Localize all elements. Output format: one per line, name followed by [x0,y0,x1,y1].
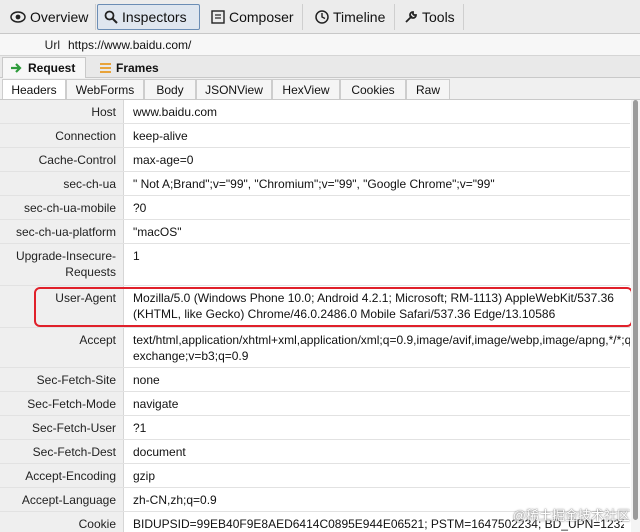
request-frames-tabbar: Request Frames [0,56,640,78]
request-tab[interactable]: Request [2,57,86,78]
composer-icon [211,10,225,24]
tab-cookies[interactable]: Cookies [340,79,406,99]
header-name: Host [0,100,124,123]
header-value: document [133,445,186,459]
header-value: none [133,373,160,387]
tab-hexview[interactable]: HexView [272,79,340,99]
header-row[interactable]: Accept-Encoding gzip [0,464,630,488]
header-row[interactable]: sec-ch-ua " Not A;Brand";v="99", "Chromi… [0,172,630,196]
header-row[interactable]: Sec-Fetch-Mode navigate [0,392,630,416]
request-tab-label: Request [28,61,76,75]
tab-jsonview[interactable]: JSONView [196,79,272,99]
vertical-scrollbar[interactable] [631,100,640,532]
header-value: gzip [133,469,156,483]
header-name: Sec-Fetch-Mode [0,392,124,415]
tab-raw[interactable]: Raw [406,79,450,99]
header-name: sec-ch-ua-mobile [0,196,124,219]
tools-label: Tools [422,9,455,25]
tab-cookies-label: Cookies [351,82,395,97]
clock-icon [315,10,329,24]
tab-body-label: Body [156,82,184,97]
header-row[interactable]: Upgrade-Insecure-Requests 1 [0,244,630,286]
overview-tab[interactable]: Overview [4,4,96,30]
url-label: Url [44,37,60,52]
header-value: "macOS" [133,225,182,239]
header-name: Connection [0,124,124,147]
header-value: www.baidu.com [133,105,218,119]
header-name: sec-ch-ua [0,172,124,195]
composer-label: Composer [229,9,294,25]
inspectors-tab[interactable]: Inspectors [97,4,200,30]
header-value: " Not A;Brand";v="99", "Chromium";v="99"… [133,177,495,191]
header-row[interactable]: Connection keep-alive [0,124,630,148]
header-value: ?0 [133,201,147,215]
watermark: @稀土掘金技术社区 [512,508,630,523]
header-value: ?1 [133,421,147,435]
frames-tab[interactable]: Frames [92,57,172,78]
tools-tab[interactable]: Tools [398,4,464,30]
header-value: text/html,application/xhtml+xml,applicat… [133,333,630,363]
header-value: navigate [133,397,179,411]
composer-tab[interactable]: Composer [205,4,303,30]
tab-jsonview-label: JSONView [205,82,263,97]
header-name: Upgrade-Insecure-Requests [0,244,124,285]
tab-headers-label: Headers [11,82,57,97]
header-name: Sec-Fetch-Site [0,368,124,391]
eye-icon [10,11,26,23]
timeline-tab[interactable]: Timeline [309,4,395,30]
frames-icon [100,62,111,73]
header-row[interactable]: Sec-Fetch-User ?1 [0,416,630,440]
main-toolbar: Overview Inspectors Composer Timeline To… [0,0,640,34]
inspector-subtabs: Headers WebForms Body JSONView HexView C… [0,78,640,100]
overview-label: Overview [30,9,89,25]
header-row[interactable]: sec-ch-ua-platform "macOS" [0,220,630,244]
tab-raw-label: Raw [415,82,440,97]
header-row[interactable]: Accept text/html,application/xhtml+xml,a… [0,328,630,368]
header-name: Sec-Fetch-Dest [0,440,124,463]
frames-tab-label: Frames [116,60,159,75]
header-name: Cache-Control [0,148,124,171]
header-name: Sec-Fetch-User [0,416,124,439]
inspectors-label: Inspectors [122,9,187,25]
tab-body[interactable]: Body [144,79,196,99]
header-name: Accept [0,328,124,367]
header-row[interactable]: sec-ch-ua-mobile ?0 [0,196,630,220]
arrow-right-icon [11,63,22,73]
header-value: max-age=0 [133,153,194,167]
scrollbar-thumb[interactable] [633,100,638,520]
header-name: Accept-Encoding [0,464,124,487]
tab-webforms[interactable]: WebForms [66,79,144,99]
tab-webforms-label: WebForms [75,82,135,97]
header-row[interactable]: Host www.baidu.com [0,100,630,124]
header-name: Accept-Language [0,488,124,511]
header-name: Cookie [0,512,124,532]
header-value: 1 [133,249,140,263]
header-row[interactable]: Sec-Fetch-Site none [0,368,630,392]
user-agent-highlight-box [34,287,633,327]
header-value: keep-alive [133,129,188,143]
timeline-label: Timeline [333,9,386,25]
wrench-icon [405,11,417,23]
header-row[interactable]: Sec-Fetch-Dest document [0,440,630,464]
tab-hexview-label: HexView [282,82,330,97]
url-value[interactable]: https://www.baidu.com/ [68,38,191,52]
url-row: Url https://www.baidu.com/ [0,34,640,56]
header-row[interactable]: Cache-Control max-age=0 [0,148,630,172]
magnifier-icon [104,10,118,24]
tab-headers[interactable]: Headers [2,79,66,99]
header-name: sec-ch-ua-platform [0,220,124,243]
